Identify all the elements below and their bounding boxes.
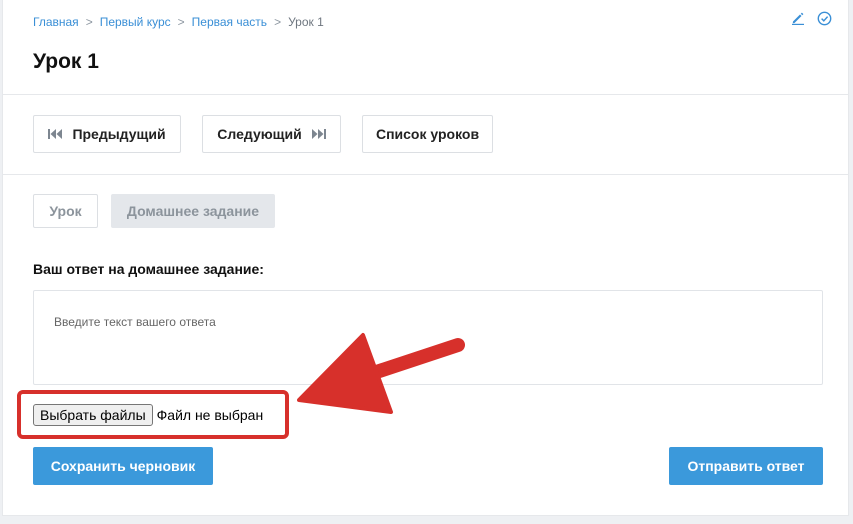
nav-divider [3,174,848,175]
breadcrumb-home[interactable]: Главная [33,15,79,29]
breadcrumb-current: Урок 1 [288,15,324,29]
breadcrumb-separator: > [85,15,93,29]
check-circle-icon[interactable] [817,11,832,26]
breadcrumb-separator: > [177,15,185,29]
next-lesson-button[interactable]: Следующий [202,115,341,153]
header-icons [791,11,832,26]
save-draft-button[interactable]: Сохранить черновик [33,447,213,485]
lesson-list-button[interactable]: Список уроков [362,115,493,153]
breadcrumb: Главная > Первый курс > Первая часть > Урок 1 [33,15,324,29]
answer-textarea[interactable] [33,290,823,385]
homework-answer-label: Ваш ответ на домашнее задание: [33,261,264,277]
prev-lesson-label: Предыдущий [72,126,166,142]
lesson-list-label: Список уроков [375,126,480,142]
lesson-card: Главная > Первый курс > Первая часть > Урок 1 … [2,0,849,516]
page-title: Урок 1 [33,50,99,73]
prev-lesson-button[interactable]: Предыдущий [33,115,181,153]
tab-homework[interactable]: Домашнее задание [111,194,275,228]
submit-answer-button[interactable]: Отправить ответ [669,447,823,485]
skip-back-icon [48,129,63,139]
next-lesson-label: Следующий [217,126,302,142]
annotation-highlight-box [17,390,289,439]
tab-lesson[interactable]: Урок [33,194,98,228]
header-divider [3,94,848,95]
breadcrumb-part[interactable]: Первая часть [192,15,267,29]
skip-forward-icon [311,129,326,139]
pencil-icon[interactable] [791,11,805,26]
breadcrumb-course[interactable]: Первый курс [100,15,171,29]
breadcrumb-separator: > [274,15,282,29]
